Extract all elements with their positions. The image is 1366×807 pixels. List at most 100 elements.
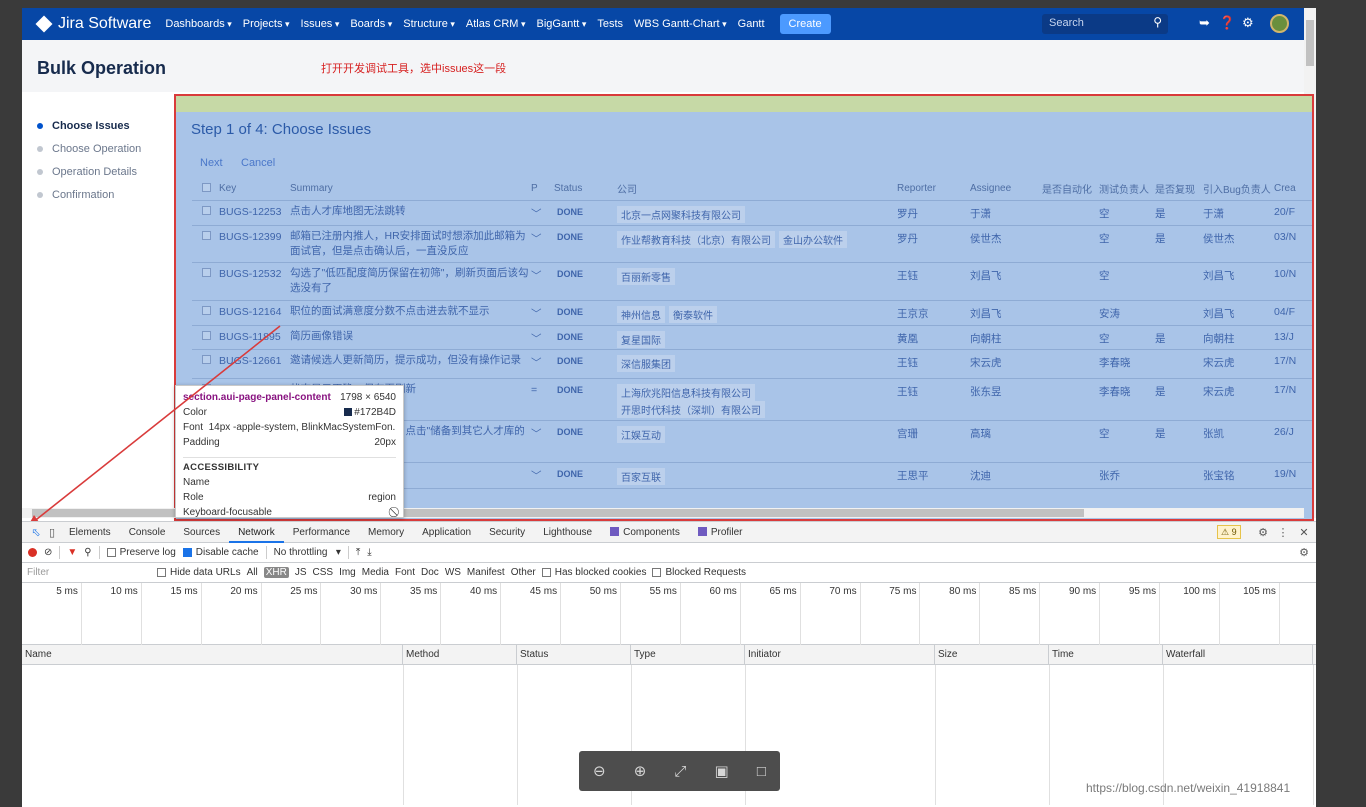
type-filter[interactable]: All [247,567,258,578]
nav-item[interactable]: Gantt [738,18,765,30]
search-icon[interactable]: ⚲ [1153,15,1162,29]
column-header[interactable]: 测试负责人 [1099,178,1155,201]
column-header[interactable]: Status [554,178,617,201]
created-cell: 26/J [1274,420,1312,463]
column-header[interactable]: P [531,178,554,201]
settings-icon[interactable]: ⚙ [1255,526,1271,539]
network-timeline[interactable]: 5 ms 10 ms 15 ms 20 ms 25 ms 30 ms 35 ms 40 ms 4… [22,583,1316,645]
devtools-tab[interactable]: Performance [284,522,359,543]
blocked-requests-checkbox[interactable]: Blocked Requests [652,567,746,578]
status-badge: DONE [557,206,584,217]
type-filter[interactable]: XHR [263,567,289,578]
bug-owner-cell: 刘昌飞 [1203,262,1274,301]
assignee-cell: 刘昌飞 [970,262,1042,301]
warnings-badge[interactable]: ⚠ 9 [1217,525,1241,539]
column-header[interactable]: Time [1049,645,1163,664]
type-filter[interactable]: WS [445,567,461,578]
inspector-pointer-arrow [28,325,281,526]
devtools-tab[interactable]: Application [413,522,480,543]
devtools-tab[interactable]: Memory [359,522,413,543]
type-filter[interactable]: Other [511,567,536,578]
record-icon[interactable] [28,548,37,557]
nav-item[interactable]: Tests [597,18,623,30]
status-cell: DONE [554,300,617,326]
has-blocked-cookies-checkbox[interactable]: Has blocked cookies [541,567,646,578]
nav-item[interactable]: WBS Gantt-Chart [634,18,727,30]
gear-icon[interactable]: ⚙ [1242,15,1254,31]
zoom-out-icon[interactable]: ⊖ [593,762,606,780]
clear-icon[interactable]: ⊘ [44,547,52,558]
column-header[interactable]: Name [22,645,403,664]
network-settings-icon[interactable]: ⚙ [1296,546,1312,559]
more-icon[interactable]: ⋮ [1275,526,1291,539]
close-icon[interactable]: ✕ [1296,526,1312,539]
auto-cell [1042,300,1099,326]
fullscreen-icon[interactable]: ⤢ [674,763,686,780]
company-tag: 复星国际 [617,330,665,348]
zoom-in-icon[interactable]: ⊕ [634,762,647,780]
megaphone-icon[interactable]: ➥ [1199,15,1210,31]
column-header[interactable]: 是否自动化 [1042,178,1099,201]
devtools-tab[interactable]: Lighthouse [534,522,601,543]
nav-item[interactable]: Atlas CRM [466,18,526,30]
status-badge: DONE [557,426,584,437]
type-filter[interactable]: Manifest [467,567,505,578]
type-filter[interactable]: Media [362,567,389,578]
created-cell: 04/F [1274,300,1312,326]
column-header[interactable]: Initiator [745,645,935,664]
status-badge: DONE [557,306,584,317]
assignee-cell: 高璃 [970,420,1042,463]
devtools-tab[interactable]: Console [120,522,175,543]
devtools-tab[interactable]: Sources [174,522,229,543]
column-header[interactable]: Status [517,645,631,664]
bug-owner-cell: 张凯 [1203,420,1274,463]
devtools-tab[interactable]: Elements [60,522,120,543]
preserve-log-checkbox[interactable]: Preserve log [106,547,176,558]
column-header[interactable]: Type [631,645,745,664]
download-icon[interactable]: ⤓ [367,547,371,558]
column-header[interactable]: Reporter [897,178,970,201]
hide-data-urls-checkbox[interactable]: Hide data URLs [157,567,241,578]
filter-icon[interactable]: ▼ [67,547,77,558]
timeline-tick: 65 ms [741,583,801,645]
type-filter[interactable]: Font [395,567,415,578]
column-header[interactable]: 是否复现 [1155,178,1203,201]
column-header[interactable]: 引入Bug负责人 [1203,178,1274,201]
devtools-tab[interactable]: Profiler [689,522,752,543]
company-tag: 深信服集团 [617,354,675,372]
type-filter[interactable]: Doc [421,567,439,578]
created-cell: 20/F [1274,200,1312,226]
company-tag: 上海欣兆阳信息科技有限公司 [617,383,755,401]
status-badge: DONE [557,384,584,395]
filter-input[interactable]: Filter [25,565,157,581]
help-icon[interactable]: ❓ [1219,15,1235,31]
column-header[interactable]: Size [935,645,1049,664]
timeline-tick: 5 ms [22,583,82,645]
search-input[interactable]: Search ⚲ [1042,14,1168,34]
column-header[interactable]: 公司 [617,178,897,201]
image-icon[interactable]: ▣ [715,762,729,780]
create-button[interactable]: Create [779,14,831,34]
status-cell: DONE [554,262,617,301]
avatar[interactable] [1270,14,1289,33]
throttling-select[interactable]: No throttling ▾ [274,547,341,558]
column-header[interactable]: Method [403,645,517,664]
devtools-tab[interactable]: Components [601,522,689,543]
devtools-tab[interactable]: Network [229,522,284,543]
column-header[interactable]: Waterfall [1163,645,1313,664]
upload-icon[interactable]: ⤒ [356,547,360,558]
inspect-element-icon[interactable]: ⬁ [28,526,44,539]
comment-icon[interactable]: □ [757,763,766,780]
type-filter[interactable]: JS [295,567,307,578]
search-icon[interactable]: ⚲ [84,547,91,558]
timeline-tick: 50 ms [561,583,621,645]
type-filter[interactable]: CSS [313,567,334,578]
disable-cache-checkbox[interactable]: Disable cache [182,547,259,558]
column-header[interactable]: Assignee [970,178,1042,201]
nav-item[interactable]: BigGantt [537,18,587,30]
device-toolbar-icon[interactable]: ▯ [44,526,60,539]
column-header[interactable]: Crea [1274,178,1312,201]
type-filter[interactable]: Img [339,567,356,578]
devtools-tab[interactable]: Security [480,522,534,543]
scrollbar-thumb[interactable] [1306,20,1314,66]
